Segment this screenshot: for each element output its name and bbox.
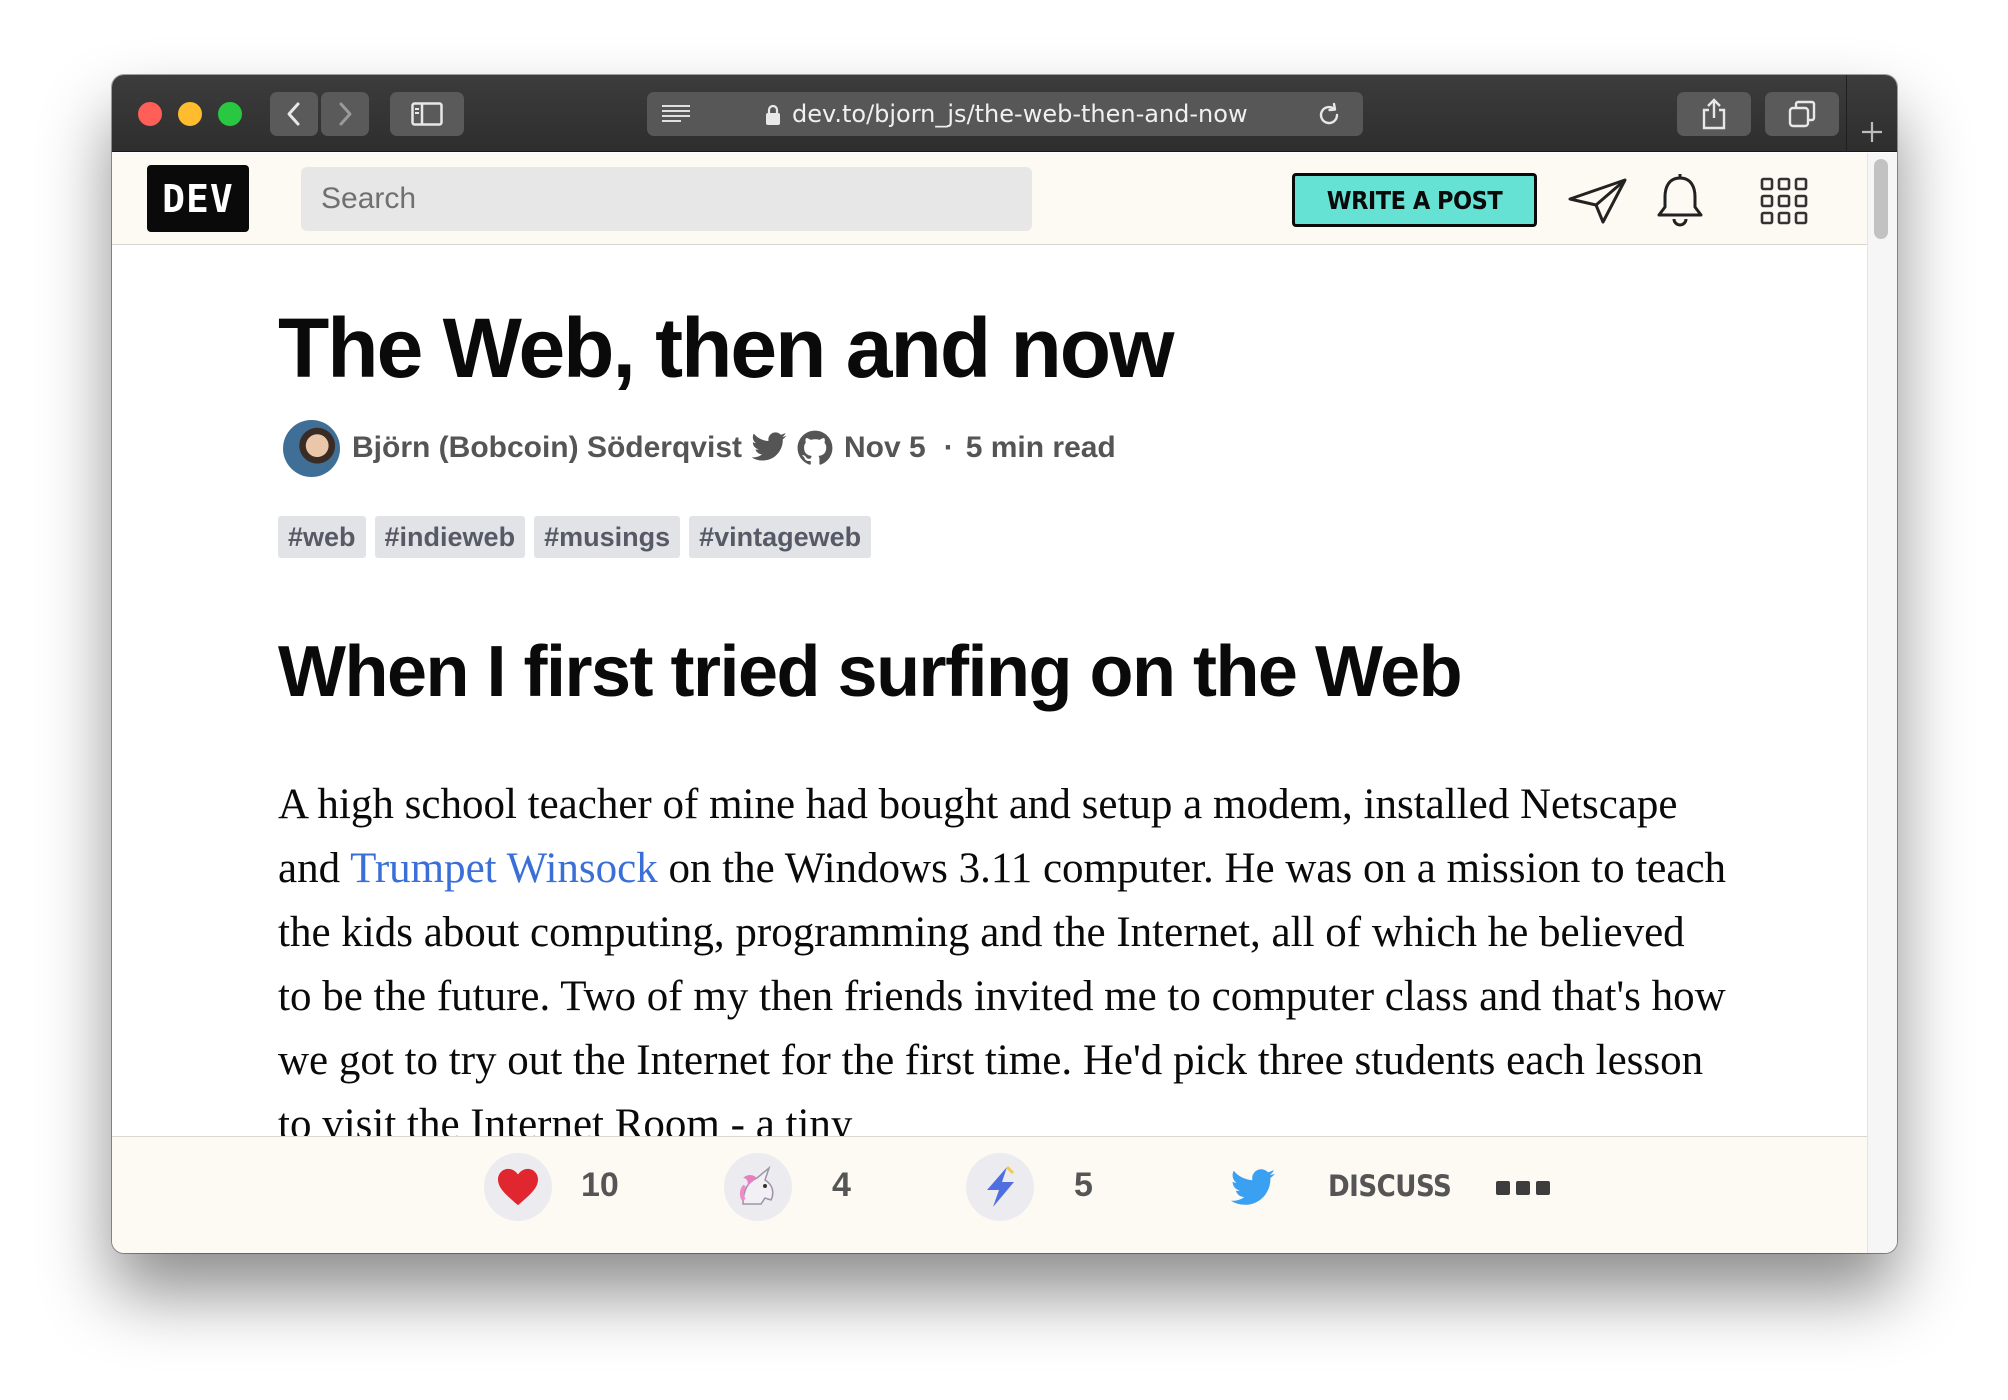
article-title: The Web, then and now	[278, 301, 1174, 395]
share-icon	[1702, 98, 1726, 130]
sidebar-icon	[411, 102, 443, 126]
write-post-button[interactable]: WRITE A POST	[1292, 173, 1537, 227]
sidebar-toggle-button[interactable]	[390, 92, 464, 136]
unicorn-icon	[739, 1165, 774, 1205]
more-options-button[interactable]	[1496, 1181, 1550, 1195]
scrollbar-track[interactable]	[1867, 153, 1897, 1253]
author-name[interactable]: Björn (Bobcoin) Söderqvist	[352, 431, 742, 465]
dev-logo[interactable]: DEV	[147, 165, 249, 232]
meta-separator: ·	[943, 431, 954, 464]
browser-toolbar: dev.to/bjorn_js/the-web-then-and-now	[112, 75, 1897, 152]
browser-window: dev.to/bjorn_js/the-web-then-and-now DEV…	[112, 75, 1897, 1253]
heart-reaction-button[interactable]	[484, 1153, 552, 1221]
address-bar[interactable]: dev.to/bjorn_js/the-web-then-and-now	[647, 92, 1363, 136]
tag-vintageweb[interactable]: #vintageweb	[689, 516, 872, 558]
close-window-button[interactable]	[138, 102, 162, 126]
section-heading: When I first tried surfing on the Web	[278, 632, 1463, 712]
tag-list: #web #indieweb #musings #vintageweb	[278, 516, 872, 558]
site-header: DEV WRITE A POST	[112, 153, 1867, 245]
lock-icon	[766, 104, 780, 125]
chevron-left-icon	[287, 102, 300, 126]
grid-menu-icon[interactable]	[1760, 177, 1808, 225]
more-dot	[1516, 1181, 1530, 1195]
unicorn-count: 4	[832, 1166, 851, 1204]
github-icon[interactable]	[796, 429, 834, 467]
share-button[interactable]	[1677, 92, 1751, 136]
tabs-icon	[1788, 100, 1816, 128]
tabs-overview-button[interactable]	[1765, 92, 1839, 136]
article-meta: Björn (Bobcoin) Söderqvist Nov 5 · 5 min…	[283, 418, 1116, 478]
heart-count: 10	[581, 1166, 619, 1204]
bookmark-reaction-button[interactable]	[966, 1153, 1034, 1221]
more-dot	[1496, 1181, 1510, 1195]
discuss-button[interactable]: DISCUSS	[1328, 1169, 1452, 1203]
url-text: dev.to/bjorn_js/the-web-then-and-now	[792, 100, 1248, 128]
twitter-share-icon[interactable]	[1229, 1169, 1277, 1209]
new-tab-button[interactable]	[1846, 75, 1897, 152]
zoom-window-button[interactable]	[218, 102, 242, 126]
twitter-icon[interactable]	[750, 432, 788, 464]
forward-button[interactable]	[321, 92, 369, 136]
reaction-bar: 10 4 5 DISCUSS	[112, 1136, 1867, 1253]
author-avatar[interactable]	[283, 419, 340, 477]
article-paragraph: A high school teacher of mine had bought…	[278, 773, 1728, 1136]
search-input[interactable]	[301, 167, 1032, 231]
tag-musings[interactable]: #musings	[534, 516, 681, 558]
reload-icon[interactable]	[1315, 101, 1343, 129]
tag-indieweb[interactable]: #indieweb	[374, 516, 526, 558]
trumpet-winsock-link[interactable]: Trumpet Winsock	[350, 845, 658, 892]
bookmark-count: 5	[1074, 1166, 1093, 1204]
scrollbar-thumb[interactable]	[1874, 159, 1888, 239]
heart-icon	[498, 1168, 538, 1206]
article: The Web, then and now Björn (Bobcoin) Sö…	[112, 246, 1867, 1136]
read-time: 5 min read	[965, 431, 1116, 464]
more-dot	[1536, 1181, 1550, 1195]
reader-view-icon[interactable]	[661, 104, 691, 124]
paper-plane-icon[interactable]	[1567, 177, 1629, 225]
tag-web[interactable]: #web	[278, 516, 366, 558]
back-button[interactable]	[270, 92, 318, 136]
publish-date[interactable]: Nov 5	[844, 431, 926, 465]
chevron-right-icon	[339, 102, 352, 126]
bolt-bookmark-icon	[987, 1165, 1015, 1207]
plus-icon	[1862, 122, 1882, 142]
unicorn-reaction-button[interactable]	[724, 1153, 792, 1221]
bell-icon[interactable]	[1655, 173, 1705, 227]
minimize-window-button[interactable]	[178, 102, 202, 126]
